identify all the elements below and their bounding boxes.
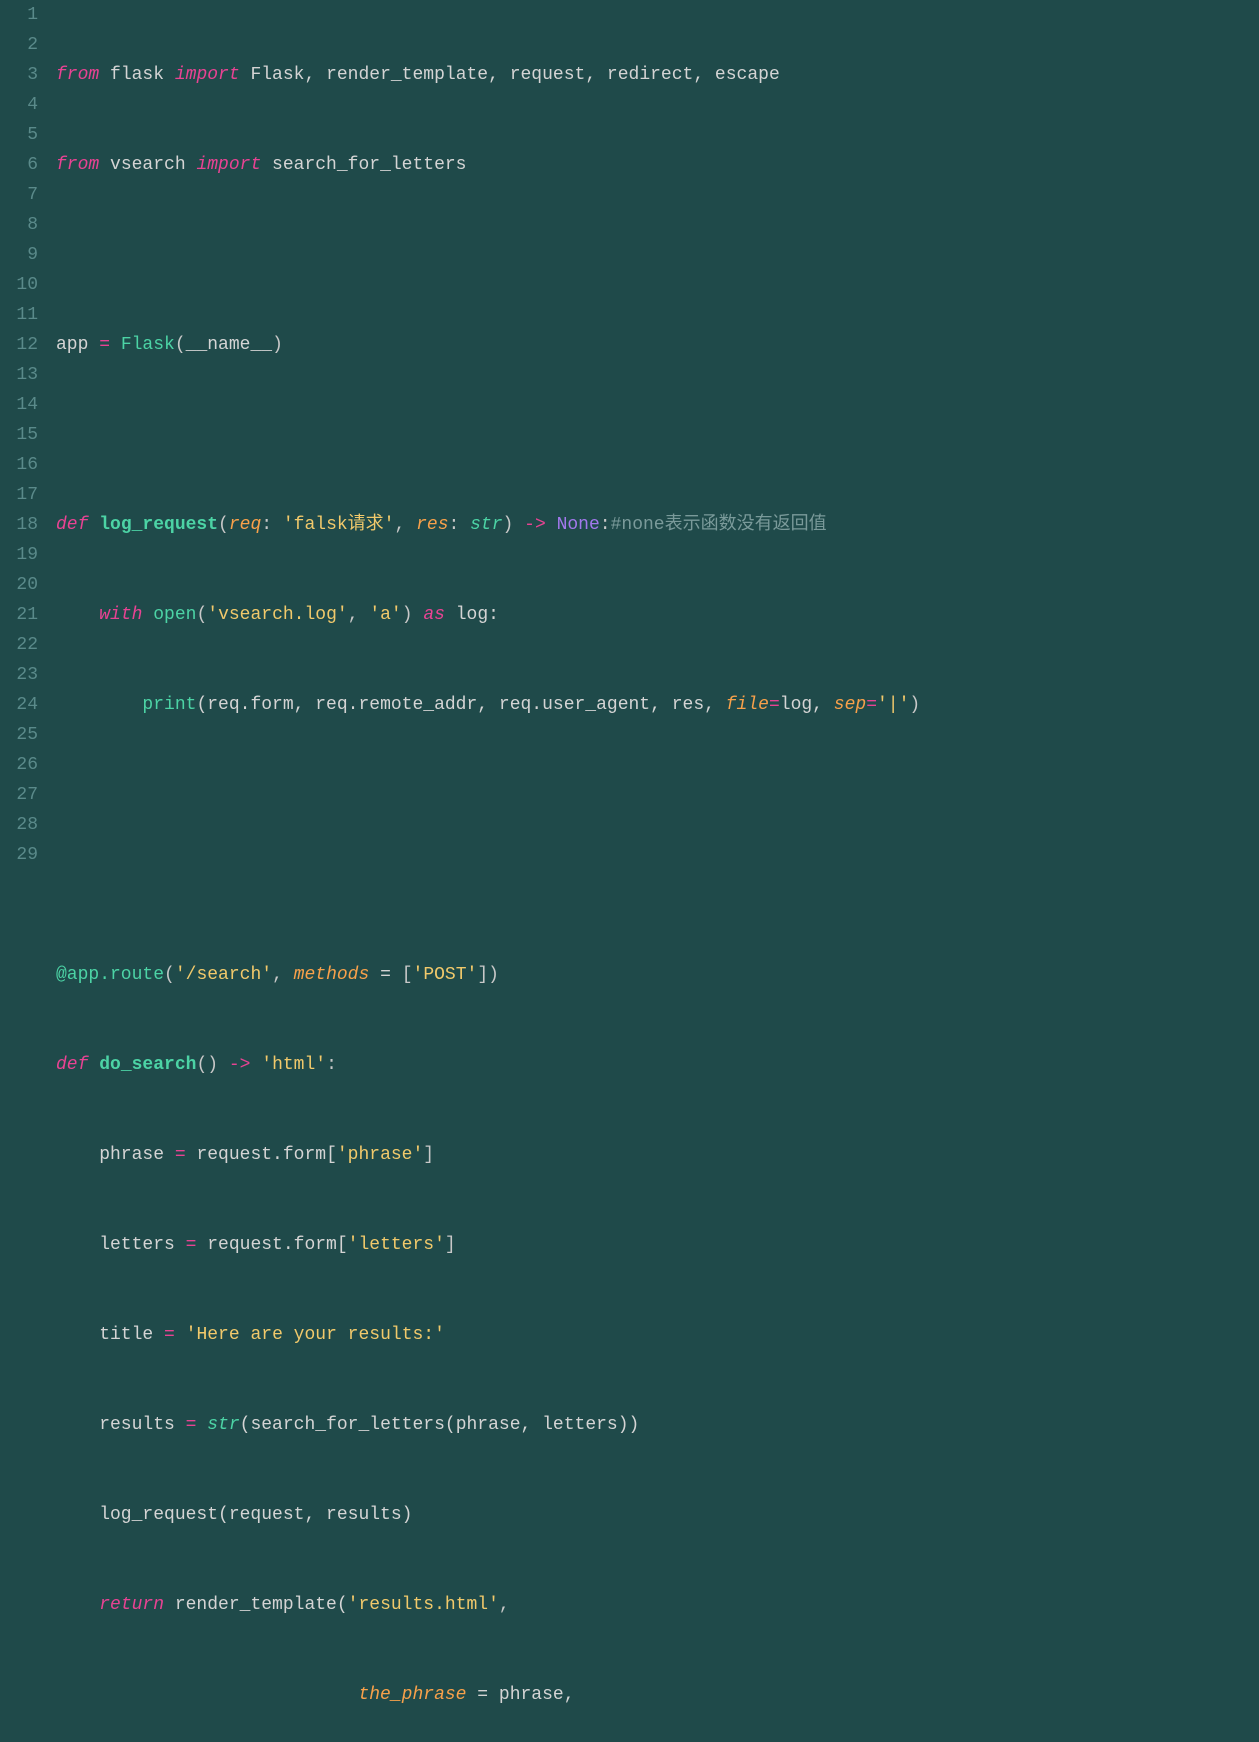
line-number: 10 <box>0 270 38 300</box>
line-number: 25 <box>0 720 38 750</box>
line-number: 22 <box>0 630 38 660</box>
line-number: 2 <box>0 30 38 60</box>
line-number: 29 <box>0 840 38 870</box>
code-line[interactable] <box>56 240 1259 270</box>
code-line[interactable]: app = Flask(__name__) <box>56 330 1259 360</box>
code-line[interactable]: print(req.form, req.remote_addr, req.use… <box>56 690 1259 720</box>
line-number: 8 <box>0 210 38 240</box>
code-line[interactable] <box>56 780 1259 810</box>
line-number: 4 <box>0 90 38 120</box>
code-line[interactable]: title = 'Here are your results:' <box>56 1320 1259 1350</box>
line-number: 26 <box>0 750 38 780</box>
code-line[interactable]: the_phrase = phrase, <box>56 1680 1259 1710</box>
line-number: 24 <box>0 690 38 720</box>
line-number: 7 <box>0 180 38 210</box>
line-number: 3 <box>0 60 38 90</box>
code-line[interactable]: with open('vsearch.log', 'a') as log: <box>56 600 1259 630</box>
line-number-gutter: 1 2 3 4 5 6 7 8 9 10 11 12 13 14 15 16 1… <box>0 0 56 871</box>
line-number: 15 <box>0 420 38 450</box>
code-line[interactable]: letters = request.form['letters'] <box>56 1230 1259 1260</box>
code-line[interactable]: return render_template('results.html', <box>56 1590 1259 1620</box>
line-number: 12 <box>0 330 38 360</box>
line-number: 1 <box>0 0 38 30</box>
code-line[interactable] <box>56 870 1259 900</box>
line-number: 16 <box>0 450 38 480</box>
code-line[interactable]: log_request(request, results) <box>56 1500 1259 1530</box>
line-number: 27 <box>0 780 38 810</box>
line-number: 9 <box>0 240 38 270</box>
line-number: 19 <box>0 540 38 570</box>
line-number: 14 <box>0 390 38 420</box>
line-number: 23 <box>0 660 38 690</box>
code-area[interactable]: from flask import Flask, render_template… <box>56 0 1259 871</box>
line-number: 21 <box>0 600 38 630</box>
line-number: 18 <box>0 510 38 540</box>
code-line[interactable]: from vsearch import search_for_letters <box>56 150 1259 180</box>
code-line[interactable]: phrase = request.form['phrase'] <box>56 1140 1259 1170</box>
code-line[interactable] <box>56 420 1259 450</box>
line-number: 6 <box>0 150 38 180</box>
code-line[interactable]: def do_search() -> 'html': <box>56 1050 1259 1080</box>
code-line[interactable]: def log_request(req: 'falsk请求', res: str… <box>56 510 1259 540</box>
code-editor[interactable]: 1 2 3 4 5 6 7 8 9 10 11 12 13 14 15 16 1… <box>0 0 1259 871</box>
code-line[interactable]: results = str(search_for_letters(phrase,… <box>56 1410 1259 1440</box>
line-number: 17 <box>0 480 38 510</box>
code-line[interactable]: @app.route('/search', methods = ['POST']… <box>56 960 1259 990</box>
line-number: 20 <box>0 570 38 600</box>
line-number: 13 <box>0 360 38 390</box>
line-number: 11 <box>0 300 38 330</box>
code-line[interactable]: from flask import Flask, render_template… <box>56 60 1259 90</box>
line-number: 5 <box>0 120 38 150</box>
line-number: 28 <box>0 810 38 840</box>
